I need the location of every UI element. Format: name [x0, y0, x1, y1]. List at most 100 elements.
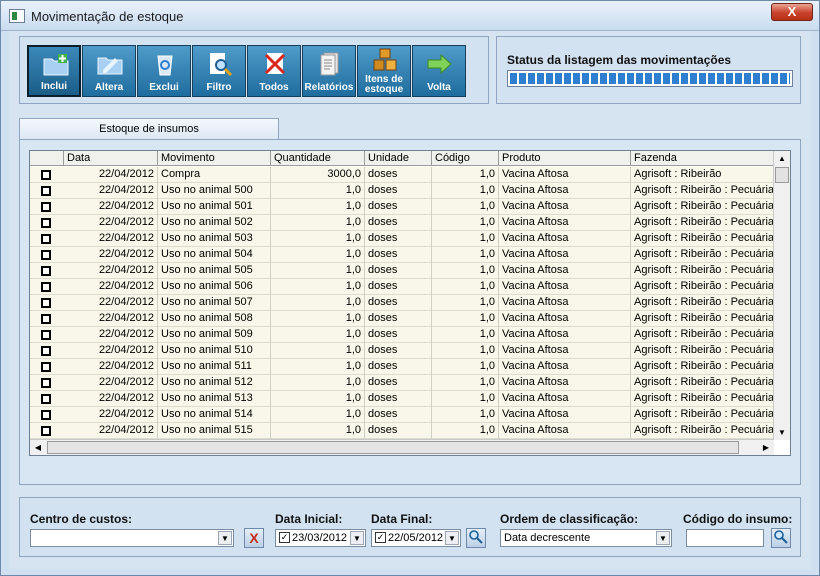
itens-de-estoque-button[interactable]: Itens de estoque [357, 45, 411, 97]
altera-button[interactable]: Altera [82, 45, 136, 97]
row-checkbox[interactable] [41, 234, 51, 244]
row-checkbox[interactable] [41, 282, 51, 292]
filtro-button[interactable]: Filtro [192, 45, 246, 97]
table-row[interactable]: 22/04/2012 Uso no animal 512 1,0 doses 1,0 Va… [30, 375, 774, 391]
table-cell: 22/04/2012 [64, 215, 158, 231]
table-cell: 1,0 [271, 423, 365, 439]
tab-estoque-insumos[interactable]: Estoque de insumos [19, 118, 279, 140]
table-cell: Uso no animal 511 [158, 359, 271, 375]
table-cell: Agrisoft : Ribeirão [631, 167, 774, 183]
table-cell: doses [365, 263, 432, 279]
table-cell: Uso no animal 514 [158, 407, 271, 423]
chevron-down-icon[interactable]: ▼ [656, 531, 670, 545]
table-row[interactable]: 22/04/2012 Uso no animal 503 1,0 doses 1,0 Va… [30, 231, 774, 247]
table-row[interactable]: 22/04/2012 Uso no animal 509 1,0 doses 1,0 Va… [30, 327, 774, 343]
vertical-scroll-thumb[interactable] [775, 167, 789, 183]
vertical-scrollbar[interactable]: ▲ ▼ [773, 151, 790, 440]
row-checkbox[interactable] [41, 362, 51, 372]
table-row[interactable]: 22/04/2012 Uso no animal 501 1,0 doses 1,0 Va… [30, 199, 774, 215]
column-header[interactable]: Movimento [158, 151, 271, 166]
row-checkbox[interactable] [41, 378, 51, 388]
table-row[interactable]: 22/04/2012 Uso no animal 500 1,0 doses 1,0 Va… [30, 183, 774, 199]
row-checkbox[interactable] [41, 314, 51, 324]
row-checkbox[interactable] [41, 250, 51, 260]
row-checkbox[interactable] [41, 426, 51, 436]
sort-order-label: Ordem de classificação: [500, 512, 639, 526]
movements-grid[interactable]: Data Movimento Quantidade Unidade Código Prod… [29, 150, 791, 456]
column-header[interactable]: Quantidade [271, 151, 365, 166]
table-cell: 1,0 [432, 407, 499, 423]
row-checkbox[interactable] [41, 410, 51, 420]
table-row[interactable]: 22/04/2012 Uso no animal 506 1,0 doses 1,0 Va… [30, 279, 774, 295]
horizontal-scrollbar[interactable]: ◀ ▶ [30, 439, 774, 455]
horizontal-scroll-thumb[interactable] [47, 441, 739, 454]
start-date-checkbox[interactable]: ✓ [279, 532, 290, 543]
table-cell: 1,0 [432, 183, 499, 199]
toolbar-button-label: Altera [94, 82, 124, 93]
table-cell: Agrisoft : Ribeirão : Pecuária [631, 423, 774, 439]
row-checkbox[interactable] [41, 266, 51, 276]
table-cell: 1,0 [271, 327, 365, 343]
product-code-input[interactable] [686, 529, 764, 547]
table-row[interactable]: 22/04/2012 Uso no animal 515 1,0 doses 1,0 Va… [30, 423, 774, 439]
folder-add-icon [43, 53, 69, 77]
table-row[interactable]: 22/04/2012 Uso no animal 507 1,0 doses 1,0 Va… [30, 295, 774, 311]
inclui-button[interactable]: Inclui [27, 45, 81, 97]
search-code-button[interactable] [771, 528, 791, 548]
calendar-dropdown-icon[interactable]: ▼ [350, 531, 364, 545]
row-checkbox[interactable] [41, 394, 51, 404]
clear-cost-center-button[interactable]: X [244, 528, 264, 548]
table-cell: Agrisoft : Ribeirão : Pecuária [631, 359, 774, 375]
table-cell: Agrisoft : Ribeirão : Pecuária [631, 279, 774, 295]
row-checkbox[interactable] [41, 330, 51, 340]
table-row[interactable]: 22/04/2012 Uso no animal 510 1,0 doses 1,0 Va… [30, 343, 774, 359]
table-row[interactable]: 22/04/2012 Uso no animal 502 1,0 doses 1,0 Va… [30, 215, 774, 231]
row-checkbox[interactable] [41, 186, 51, 196]
chevron-down-icon[interactable]: ▼ [218, 531, 232, 545]
exclui-button[interactable]: Exclui [137, 45, 191, 97]
product-code-label: Código do insumo: [683, 512, 793, 526]
table-cell: doses [365, 327, 432, 343]
title-bar[interactable]: Movimentação de estoque X [1, 1, 819, 31]
cost-center-select[interactable]: ▼ [30, 529, 234, 547]
end-date-picker[interactable]: ✓ 22/05/2012 ▼ [371, 529, 461, 547]
row-checkbox[interactable] [41, 346, 51, 356]
table-row[interactable]: 22/04/2012 Uso no animal 505 1,0 doses 1,0 Va… [30, 263, 774, 279]
row-checkbox[interactable] [41, 202, 51, 212]
row-checkbox[interactable] [41, 218, 51, 228]
column-header[interactable]: Unidade [365, 151, 432, 166]
row-checkbox[interactable] [41, 298, 51, 308]
scroll-down-icon[interactable]: ▼ [774, 425, 790, 440]
scroll-left-icon[interactable]: ◀ [30, 440, 46, 455]
calendar-dropdown-icon[interactable]: ▼ [445, 531, 459, 545]
scroll-right-icon[interactable]: ▶ [758, 440, 774, 455]
table-row[interactable]: 22/04/2012 Uso no animal 504 1,0 doses 1,0 Va… [30, 247, 774, 263]
table-cell: Uso no animal 510 [158, 343, 271, 359]
row-checkbox[interactable] [41, 170, 51, 180]
table-cell: doses [365, 247, 432, 263]
todos-button[interactable]: Todos [247, 45, 301, 97]
column-header[interactable]: Código [432, 151, 499, 166]
table-row[interactable]: 22/04/2012 Compra 3000,0 doses 1,0 Vacina Aft… [30, 167, 774, 183]
column-header[interactable]: Data [64, 151, 158, 166]
end-date-checkbox[interactable]: ✓ [375, 532, 386, 543]
column-header[interactable]: Produto [499, 151, 631, 166]
column-header[interactable]: Fazenda [631, 151, 774, 166]
close-button[interactable]: X [771, 3, 813, 21]
volta-button[interactable]: Volta [412, 45, 466, 97]
sort-order-select[interactable]: Data decrescente ▼ [500, 529, 672, 547]
toolbar-button-label: Itens de estoque [364, 74, 404, 95]
table-cell: 1,0 [271, 295, 365, 311]
table-cell: Agrisoft : Ribeirão : Pecuária [631, 215, 774, 231]
start-date-picker[interactable]: ✓ 23/03/2012 ▼ [275, 529, 366, 547]
search-dates-button[interactable] [466, 528, 486, 548]
table-row[interactable]: 22/04/2012 Uso no animal 508 1,0 doses 1,0 Va… [30, 311, 774, 327]
table-row[interactable]: 22/04/2012 Uso no animal 511 1,0 doses 1,0 Va… [30, 359, 774, 375]
boxes-icon [372, 48, 398, 72]
table-row[interactable]: 22/04/2012 Uso no animal 514 1,0 doses 1,0 Va… [30, 407, 774, 423]
table-cell: doses [365, 199, 432, 215]
scroll-up-icon[interactable]: ▲ [774, 151, 790, 166]
relatorios-button[interactable]: Relatórios [302, 45, 356, 97]
table-cell: Compra [158, 167, 271, 183]
table-row[interactable]: 22/04/2012 Uso no animal 513 1,0 doses 1,0 Va… [30, 391, 774, 407]
